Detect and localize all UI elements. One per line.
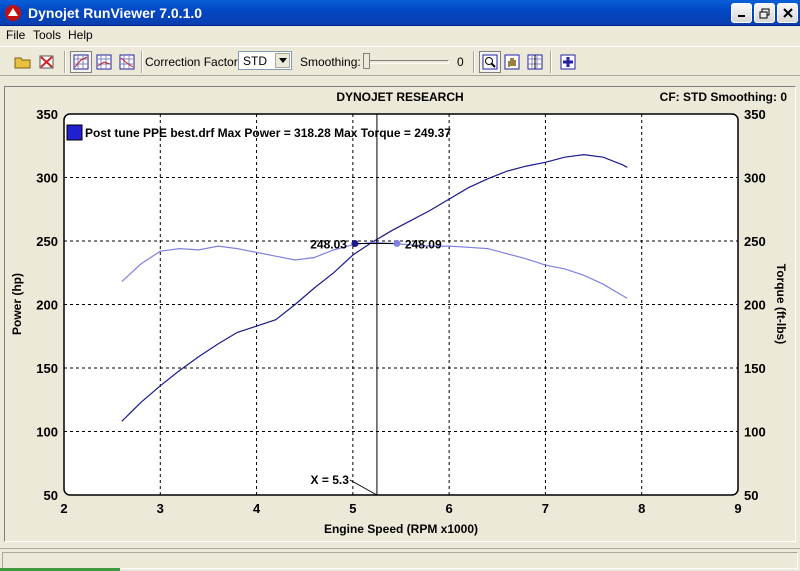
chart-title: DYNOJET RESEARCH [336,90,463,104]
close-button[interactable] [777,3,798,23]
torque-cursor-marker [393,239,401,247]
legend-swatch [66,124,83,141]
close-icon [782,8,793,18]
dyno-logo-icon [5,5,21,21]
y-tick-label: 250 [36,234,58,249]
close-run-button[interactable] [36,51,58,73]
graph-icon [96,54,112,70]
graph-view-3-button[interactable] [116,51,138,73]
x-tick-label: 7 [542,501,549,516]
x-tick-label: 5 [349,501,356,516]
y2-tick-label: 200 [744,298,766,313]
correction-factor-select[interactable]: STD [238,51,292,70]
y-tick-label: 200 [36,298,58,313]
toolbar-separator [64,51,66,73]
x-tick-label: 2 [60,501,67,516]
y-tick-label: 350 [36,107,58,122]
y2-tick-label: 100 [744,425,766,440]
y-tick-label: 50 [44,488,58,503]
y2-tick-label: 250 [744,234,766,249]
graph-view-2-button[interactable] [93,51,115,73]
graph-icon [73,54,89,70]
zoom-icon [482,54,498,70]
toolbar-separator [473,51,475,73]
restore-icon [759,8,770,18]
y-tick-label: 300 [36,171,58,186]
hand-icon [504,54,520,70]
window-title: Dynojet RunViewer 7.0.1.0 [28,5,203,21]
menu-file[interactable]: File [6,28,25,42]
x-tick-label: 6 [446,501,453,516]
smoothing-label: Smoothing: [300,55,361,69]
y-tick-label: 100 [36,425,58,440]
dropdown-button[interactable] [275,53,290,68]
status-bar [0,548,800,571]
chart-header-right: CF: STD Smoothing: 0 [660,90,788,104]
correction-factor-label: Correction Factor: [145,55,242,69]
toolbar-separator [141,51,143,73]
y-tick-label: 150 [36,361,58,376]
x-tick-label: 4 [253,501,261,516]
menu-help[interactable]: Help [68,28,93,42]
y2-axis-label: Torque (ft-lbs) [774,264,788,344]
cursor-icon [527,54,543,70]
dyno-chart[interactable]: 2 3 4 5 6 7 8 950 50100 100150 150200 200250 250300 3… [5,87,795,541]
smoothing-value: 0 [457,55,464,69]
x-tick-label: 3 [157,501,164,516]
settings-button[interactable] [557,51,579,73]
y2-tick-label: 150 [744,361,766,376]
x-tick-label: 8 [638,501,645,516]
title-bar: Dynojet RunViewer 7.0.1.0 [0,0,800,26]
cursor-x-readout: X = 5.3 [311,473,350,487]
chevron-down-icon [278,58,287,63]
minimize-icon [737,15,745,17]
y2-tick-label: 300 [744,171,766,186]
cursor-button[interactable] [524,51,546,73]
y-axis-label: Power (hp) [10,273,24,335]
y2-tick-label: 50 [744,488,758,503]
pan-button[interactable] [501,51,523,73]
x-tick-label: 9 [734,501,741,516]
close-run-icon [39,55,54,69]
smoothing-slider-thumb[interactable] [363,53,370,69]
open-button[interactable] [12,51,34,73]
y2-tick-label: 350 [744,107,766,122]
status-panel [2,552,798,569]
settings-icon [560,54,576,70]
zoom-button[interactable] [479,51,501,73]
toolbar-separator [550,51,552,73]
power-cursor-value: 248.03 [310,238,347,252]
minimize-button[interactable] [731,3,752,23]
graph-view-1-button[interactable] [70,51,92,73]
legend-entry: Post tune PPE best.drf Max Power = 318.2… [85,126,451,140]
menu-bar: File Tools Help [0,26,800,45]
power-cursor-marker [351,240,359,248]
graph-icon [119,54,135,70]
x-axis-label: Engine Speed (RPM x1000) [324,522,478,536]
open-folder-icon [14,57,31,69]
chart-frame: 2 3 4 5 6 7 8 9 50 50 100 100 150 150 200 200 250 250 300 3… [4,86,796,542]
restore-button[interactable] [754,3,775,23]
correction-factor-value: STD [243,54,267,68]
smoothing-slider-track[interactable] [365,60,449,64]
torque-cursor-value: 248.09 [405,237,442,251]
menu-tools[interactable]: Tools [33,28,61,42]
